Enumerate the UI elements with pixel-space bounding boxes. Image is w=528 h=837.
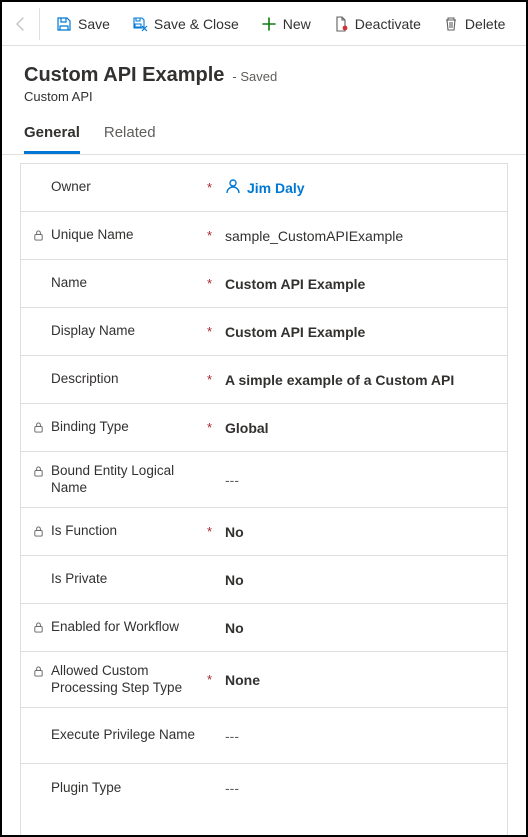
delete-label: Delete [465,16,505,32]
required-indicator: * [207,180,225,195]
required-indicator: * [207,228,225,243]
lock-icon [33,229,45,244]
required-indicator: * [207,372,225,387]
unique-name-value[interactable]: sample_CustomAPIExample [225,228,507,244]
save-button[interactable]: Save [46,8,120,40]
allowed-step-label: Allowed Custom Processing Step Type [51,663,207,697]
save-close-icon [132,16,148,32]
required-indicator: * [207,524,225,539]
back-button[interactable] [8,8,40,40]
deactivate-button[interactable]: Deactivate [323,8,431,40]
name-label: Name [51,275,87,292]
save-close-button[interactable]: Save & Close [122,8,249,40]
required-indicator: * [207,672,225,687]
save-status: - Saved [232,69,277,84]
binding-type-label: Binding Type [51,419,129,436]
unique-name-label: Unique Name [51,227,134,244]
name-value[interactable]: Custom API Example [225,276,507,292]
page-title: Custom API Example [24,64,224,87]
enabled-workflow-label: Enabled for Workflow [51,619,179,636]
command-bar: Save Save & Close New Deactivate Delete [2,2,526,46]
deactivate-icon [333,16,349,32]
entity-name: Custom API [24,89,504,104]
lock-icon [33,525,45,540]
enabled-workflow-value[interactable]: No [225,620,507,636]
field-description: Description * A simple example of a Cust… [21,356,507,404]
field-exec-priv: Execute Privilege Name --- [21,708,507,764]
required-indicator: * [207,324,225,339]
new-label: New [283,16,311,32]
save-icon [56,16,72,32]
delete-button[interactable]: Delete [433,8,515,40]
lock-icon [33,465,45,480]
exec-priv-label: Execute Privilege Name [51,727,195,744]
field-is-function: Is Function * No [21,508,507,556]
tab-general[interactable]: General [24,124,80,154]
field-name: Name * Custom API Example [21,260,507,308]
description-value[interactable]: A simple example of a Custom API [225,372,507,388]
bound-entity-value[interactable]: --- [225,472,507,488]
field-unique-name: Unique Name * sample_CustomAPIExample [21,212,507,260]
tab-related[interactable]: Related [104,124,156,154]
is-function-label: Is Function [51,523,117,540]
exec-priv-value[interactable]: --- [225,728,507,744]
form-header: Custom API Example - Saved Custom API [2,46,526,112]
save-close-label: Save & Close [154,16,239,32]
is-private-value[interactable]: No [225,572,507,588]
allowed-step-value[interactable]: None [225,672,507,688]
bound-entity-label: Bound Entity Logical Name [51,463,207,497]
plus-icon [261,16,277,32]
lock-icon [33,621,45,636]
required-indicator: * [207,420,225,435]
field-owner: Owner * Jim Daly [21,164,507,212]
form-body: Owner * Jim Daly Unique Name * sample_Cu… [2,155,526,835]
plugin-type-value[interactable]: --- [225,780,507,796]
field-allowed-step: Allowed Custom Processing Step Type * No… [21,652,507,708]
owner-link[interactable]: Jim Daly [247,180,305,196]
form-window: Save Save & Close New Deactivate Delete … [0,0,528,837]
field-enabled-workflow: Enabled for Workflow No [21,604,507,652]
save-label: Save [78,16,110,32]
trash-icon [443,16,459,32]
field-bound-entity: Bound Entity Logical Name --- [21,452,507,508]
display-name-label: Display Name [51,323,135,340]
plugin-type-label: Plugin Type [51,780,121,797]
owner-label: Owner [51,179,91,196]
deactivate-label: Deactivate [355,16,421,32]
form-section: Owner * Jim Daly Unique Name * sample_Cu… [20,163,508,835]
field-binding-type: Binding Type * Global [21,404,507,452]
field-is-private: Is Private No [21,556,507,604]
description-label: Description [51,371,119,388]
owner-value[interactable]: Jim Daly [225,178,507,197]
lock-icon [33,665,45,680]
user-icon [225,178,241,197]
display-name-value[interactable]: Custom API Example [225,324,507,340]
field-display-name: Display Name * Custom API Example [21,308,507,356]
tab-bar: General Related [2,112,526,155]
is-function-value[interactable]: No [225,524,507,540]
field-plugin-type: Plugin Type --- [21,764,507,812]
binding-type-value[interactable]: Global [225,420,507,436]
is-private-label: Is Private [51,571,107,588]
lock-icon [33,421,45,436]
back-arrow-icon [13,16,29,32]
required-indicator: * [207,276,225,291]
new-button[interactable]: New [251,8,321,40]
